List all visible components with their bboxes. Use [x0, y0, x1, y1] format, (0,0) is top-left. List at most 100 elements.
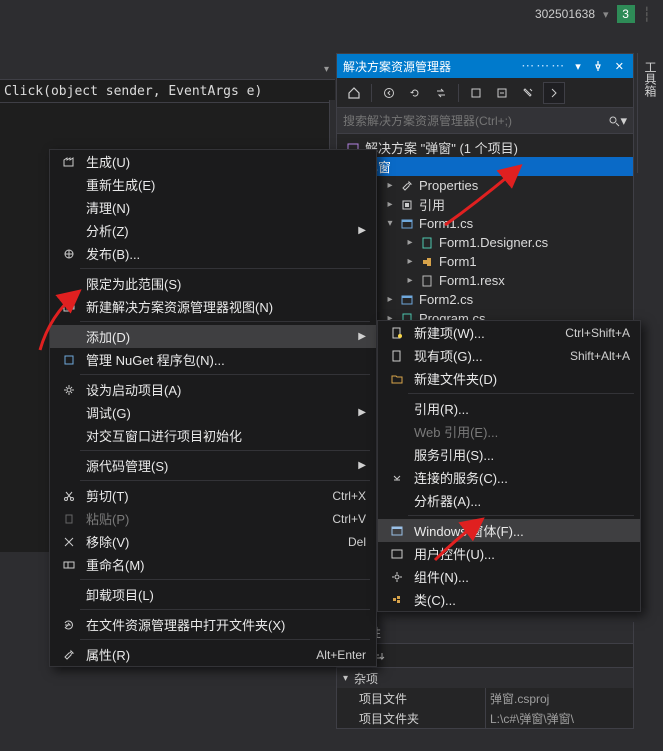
form1-designer-node[interactable]: ▸ Form1.Designer.cs — [337, 233, 633, 252]
group-collapse-icon[interactable]: ▾ — [343, 673, 348, 684]
submenu-analyzer[interactable]: 分析器(A)... — [378, 489, 640, 512]
sync-icon[interactable] — [430, 82, 452, 104]
solution-root[interactable]: 解决方案 "弹窗" (1 个项目) — [337, 138, 633, 157]
class-icon — [388, 591, 406, 609]
form1-class-node[interactable]: ▸ Form1 — [337, 252, 633, 271]
menu-open-explorer[interactable]: 在文件资源管理器中打开文件夹(X) — [50, 613, 376, 636]
menu-separator — [80, 639, 370, 640]
dropdown-icon[interactable]: ▾ — [572, 60, 584, 73]
dots-icon: ⋯⋯⋯ — [521, 58, 566, 74]
shortcut: Shift+Alt+A — [570, 349, 630, 363]
menu-label: 移除(V) — [86, 532, 340, 551]
menu-newview[interactable]: 新建解决方案资源管理器视图(N) — [50, 295, 376, 318]
submenu-serviceref[interactable]: 服务引用(S)... — [378, 443, 640, 466]
menu-cut[interactable]: 剪切(T) Ctrl+X — [50, 484, 376, 507]
collapse-icon[interactable] — [491, 82, 513, 104]
form2-node[interactable]: ▸ Form2.cs — [337, 290, 633, 309]
prop-key: 项目文件 — [337, 688, 485, 708]
close-icon[interactable]: ✕ — [612, 60, 627, 73]
references-node[interactable]: ▸ 引用 — [337, 195, 633, 214]
menu-separator — [80, 480, 370, 481]
search-input[interactable] — [343, 114, 604, 128]
pin-icon[interactable] — [590, 61, 606, 71]
search-box[interactable]: ▾ — [337, 108, 633, 134]
build-icon — [60, 153, 78, 171]
tree-label: Properties — [419, 178, 478, 193]
notification-badge[interactable]: 3 — [617, 5, 635, 23]
chevron-down-icon[interactable]: ▾ — [324, 64, 329, 75]
shortcut: Alt+Enter — [316, 648, 366, 662]
panel-title: 解决方案资源管理器 — [343, 58, 515, 75]
menu-clean[interactable]: 清理(N) — [50, 196, 376, 219]
submenu-winform[interactable]: Windows 窗体(F)... — [378, 519, 640, 542]
submenu-newitem[interactable]: 新建项(W)... Ctrl+Shift+A — [378, 321, 640, 344]
prop-value[interactable]: L:\c#\弹窗\弹窗\ — [485, 708, 633, 728]
menu-startup[interactable]: 设为启动项目(A) — [50, 378, 376, 401]
menu-debug[interactable]: 调试(G) ▶ — [50, 401, 376, 424]
expander-icon[interactable]: ▸ — [405, 275, 415, 286]
expander-icon[interactable]: ▸ — [405, 256, 415, 267]
form1-resx-node[interactable]: ▸ Form1.resx — [337, 271, 633, 290]
properties-icon[interactable] — [517, 82, 539, 104]
expander-icon[interactable]: ▸ — [385, 180, 395, 191]
show-all-icon[interactable] — [465, 82, 487, 104]
menu-build[interactable]: 生成(U) — [50, 150, 376, 173]
expander-icon[interactable]: ▸ — [385, 294, 395, 305]
home-icon[interactable] — [343, 82, 365, 104]
refresh-icon[interactable] — [404, 82, 426, 104]
menu-vcs[interactable]: 源代码管理(S) ▶ — [50, 454, 376, 477]
panel-toolbar — [337, 78, 633, 108]
menu-add[interactable]: 添加(D) ▶ — [50, 325, 376, 348]
submenu-newfolder[interactable]: 新建文件夹(D) — [378, 367, 640, 390]
expander-icon[interactable]: ▸ — [405, 237, 415, 248]
menu-label: 粘贴(P) — [86, 509, 324, 528]
submenu-class[interactable]: 类(C)... — [378, 588, 640, 611]
tree-label: Form2.cs — [419, 292, 473, 307]
prop-row[interactable]: 项目文件夹 L:\c#\弹窗\弹窗\ — [337, 708, 633, 728]
cs-file-icon — [419, 235, 435, 251]
project-node[interactable]: 弹窗 — [337, 157, 633, 176]
panel-title-bar[interactable]: 解决方案资源管理器 ⋯⋯⋯ ▾ ✕ — [337, 54, 633, 78]
menu-analyze[interactable]: 分析(Z) ▶ — [50, 219, 376, 242]
paste-icon — [60, 510, 78, 528]
code-line[interactable]: Click(object sender, EventArgs e) — [0, 80, 335, 102]
tree-label: Form1.Designer.cs — [439, 235, 548, 250]
menu-label: 剪切(T) — [86, 486, 324, 505]
overflow-icon[interactable]: ┆ — [643, 6, 657, 23]
prop-value[interactable]: 弹窗.csproj — [485, 688, 633, 708]
menu-publish[interactable]: 发布(B)... — [50, 242, 376, 265]
solution-tree[interactable]: 解决方案 "弹窗" (1 个项目) 弹窗 ▸ Properties ▸ 引用 ▾… — [337, 134, 633, 334]
prop-row[interactable]: 项目文件 弹窗.csproj — [337, 688, 633, 708]
references-icon — [399, 197, 415, 213]
tree-label: 解决方案 "弹窗" (1 个项目) — [365, 138, 518, 157]
menu-properties[interactable]: 属性(R) Alt+Enter — [50, 643, 376, 666]
search-icon[interactable]: ▾ — [604, 113, 627, 129]
submenu-component[interactable]: 组件(N)... — [378, 565, 640, 588]
menu-unload[interactable]: 卸载项目(L) — [50, 583, 376, 606]
submenu-reference[interactable]: 引用(R)... — [378, 397, 640, 420]
menu-rebuild[interactable]: 重新生成(E) — [50, 173, 376, 196]
form1-node[interactable]: ▾ Form1.cs — [337, 214, 633, 233]
preview-icon[interactable] — [543, 82, 565, 104]
menu-nuget[interactable]: 管理 NuGet 程序包(N)... — [50, 348, 376, 371]
toolbox-tab[interactable]: 工具箱 — [637, 53, 663, 173]
prop-group[interactable]: ▾ 杂项 — [337, 668, 633, 688]
editor-nav-bar[interactable]: ▾ — [0, 60, 335, 80]
menu-label: 添加(D) — [86, 327, 350, 346]
tree-label: 引用 — [419, 195, 445, 214]
delete-icon — [60, 533, 78, 551]
menu-interactive[interactable]: 对交互窗口进行项目初始化 — [50, 424, 376, 447]
menu-scope[interactable]: 限定为此范围(S) — [50, 272, 376, 295]
back-icon[interactable] — [378, 82, 400, 104]
submenu-usercontrol[interactable]: 用户控件(U)... — [378, 542, 640, 565]
dropdown-icon[interactable]: ▾ — [603, 8, 609, 21]
submenu-existing[interactable]: 现有项(G)... Shift+Alt+A — [378, 344, 640, 367]
existing-item-icon — [388, 347, 406, 365]
menu-separator — [80, 450, 370, 451]
menu-rename[interactable]: 重命名(M) — [50, 553, 376, 576]
submenu-connected[interactable]: 连接的服务(C)... — [378, 466, 640, 489]
menu-remove[interactable]: 移除(V) Del — [50, 530, 376, 553]
expander-icon[interactable]: ▾ — [385, 218, 395, 229]
properties-node[interactable]: ▸ Properties — [337, 176, 633, 195]
expander-icon[interactable]: ▸ — [385, 199, 395, 210]
